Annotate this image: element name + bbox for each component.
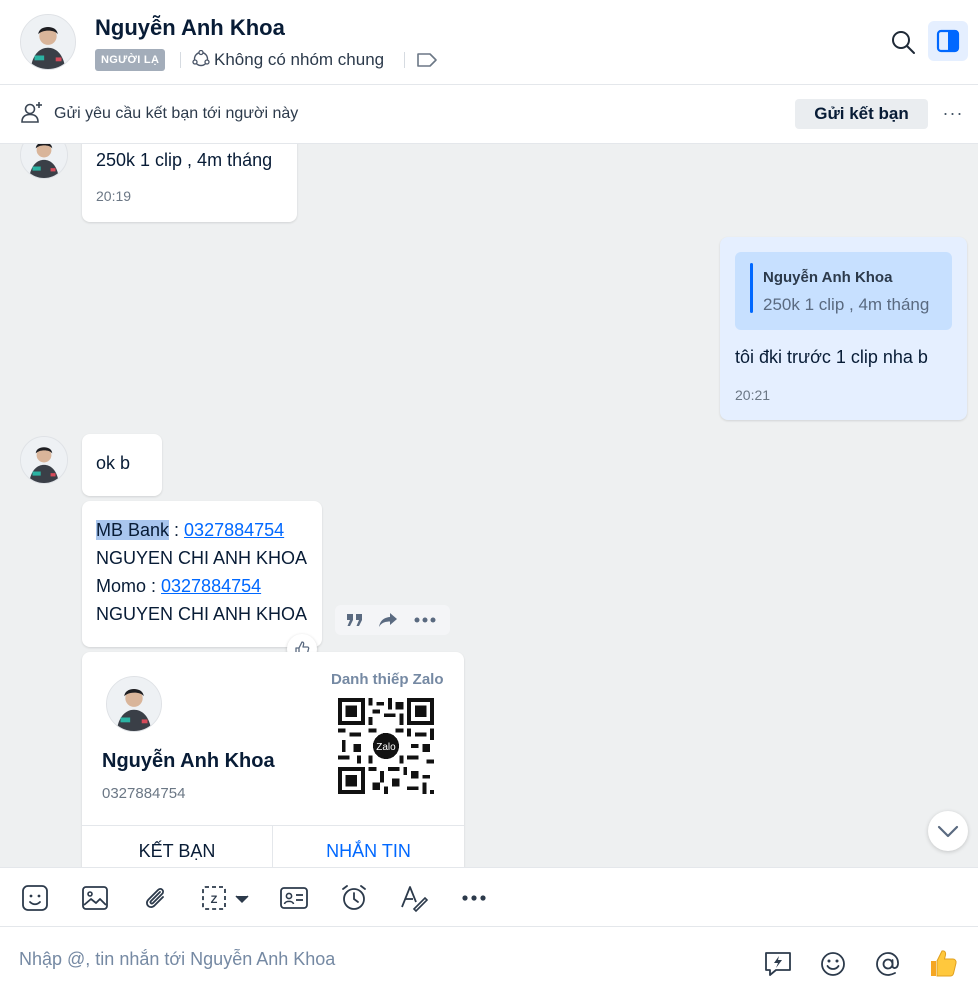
emoji-icon[interactable] <box>818 949 848 979</box>
account-name-text: NGUYEN CHI ANH KHOA <box>96 604 308 624</box>
quote-icon[interactable] <box>345 611 365 629</box>
momo-line: Momo : 0327884754 <box>96 576 261 597</box>
tag-icon[interactable] <box>416 52 438 68</box>
phone-link[interactable]: 0327884754 <box>161 576 261 596</box>
card-phone: 0327884754 <box>102 785 186 802</box>
chevron-down-icon <box>937 825 959 838</box>
forward-icon[interactable] <box>377 611 399 629</box>
message-time: 20:19 <box>96 188 132 204</box>
svg-text:Z: Z <box>211 894 218 906</box>
quote-text: 250k 1 clip , 4m tháng <box>763 295 930 314</box>
group-icon <box>192 49 210 68</box>
composer <box>0 927 978 992</box>
contact-card[interactable]: Nguyễn Anh Khoa 0327884754 Danh thiếp Za… <box>82 652 464 867</box>
message-input[interactable] <box>0 927 740 992</box>
card-type-label: Danh thiếp Zalo <box>331 671 444 688</box>
message-bubble-received[interactable]: 250k 1 clip , 4m tháng 20:19 <box>82 144 297 222</box>
message-bubble-sent[interactable]: Nguyễn Anh Khoa 250k 1 clip , 4m tháng t… <box>720 237 967 420</box>
common-groups-label[interactable]: Không có nhóm chung <box>214 50 384 70</box>
card-actions: KẾT BẠN NHẮN TIN <box>82 825 464 867</box>
quick-message-icon[interactable] <box>763 949 793 979</box>
qr-logo-text: Zalo <box>376 742 396 753</box>
quote-bar <box>750 263 753 313</box>
contact-card-icon[interactable] <box>279 883 309 913</box>
thumbs-up-icon[interactable] <box>927 947 959 979</box>
friend-request-bar: Gửi yêu cầu kết bạn tới người này Gửi kế… <box>0 85 978 144</box>
composer-toolbar: Z <box>0 867 978 927</box>
card-name: Nguyễn Anh Khoa <box>102 750 275 772</box>
account-name-text: NGUYEN CHI ANH KHOA <box>96 548 308 568</box>
message-text: 250k 1 clip , 4m tháng <box>96 150 273 170</box>
more-options-icon[interactable]: ··· <box>940 103 966 123</box>
message-text: tôi đki trước 1 clip nha b <box>735 347 928 367</box>
more-icon[interactable] <box>459 883 489 913</box>
sender-avatar[interactable] <box>20 436 68 484</box>
header-divider <box>404 52 405 68</box>
image-icon[interactable] <box>80 883 110 913</box>
stranger-badge: NGƯỜI LẠ <box>95 49 166 71</box>
separator-text: : <box>169 520 185 540</box>
quote-author: Nguyễn Anh Khoa <box>763 269 893 286</box>
reminder-clock-icon[interactable] <box>339 883 369 913</box>
header-divider <box>180 52 181 68</box>
card-avatar[interactable] <box>106 676 162 732</box>
message-time: 20:21 <box>735 387 771 403</box>
momo-label: Momo : <box>96 576 162 596</box>
sender-avatar[interactable] <box>20 144 68 179</box>
message-text: ok b <box>96 453 131 473</box>
sidebar-toggle-button[interactable] <box>928 21 968 61</box>
bank-line: MB Bank : 0327884754 <box>96 520 284 541</box>
screenshot-icon[interactable]: Z <box>200 883 252 913</box>
message-bubble-received[interactable]: MB Bank : 0327884754 NGUYEN CHI ANH KHOA… <box>82 501 322 647</box>
chat-header: Nguyễn Anh Khoa NGƯỜI LẠ Không có nhóm c… <box>0 0 978 85</box>
avatar-image-icon <box>21 15 75 69</box>
friend-request-text: Gửi yêu cầu kết bạn tới người này <box>54 105 299 122</box>
phone-link[interactable]: 0327884754 <box>184 520 284 540</box>
quoted-message[interactable]: Nguyễn Anh Khoa 250k 1 clip , 4m tháng <box>735 252 952 330</box>
chat-messages-area[interactable]: 250k 1 clip , 4m tháng 20:19 Nguyễn Anh … <box>0 144 978 867</box>
message-actions <box>335 605 450 635</box>
scroll-to-bottom-button[interactable] <box>928 811 968 851</box>
qr-code-icon[interactable]: Zalo <box>338 698 434 794</box>
sidebar-panel-icon <box>936 29 960 53</box>
selected-text: MB Bank <box>96 520 170 540</box>
send-message-button[interactable]: NHẮN TIN <box>273 826 464 867</box>
search-icon[interactable] <box>890 29 916 55</box>
message-bubble-received[interactable]: ok b <box>82 434 162 496</box>
send-friend-request-button[interactable]: Gửi kết bạn <box>795 99 928 129</box>
add-user-icon <box>20 101 44 125</box>
add-friend-button[interactable]: KẾT BẠN <box>82 826 272 867</box>
attachment-icon[interactable] <box>140 883 170 913</box>
more-icon[interactable] <box>413 616 437 624</box>
mention-icon[interactable] <box>873 949 903 979</box>
sticker-icon[interactable] <box>20 883 50 913</box>
contact-avatar[interactable] <box>20 14 76 70</box>
contact-name[interactable]: Nguyễn Anh Khoa <box>95 15 285 41</box>
text-format-icon[interactable] <box>399 883 429 913</box>
